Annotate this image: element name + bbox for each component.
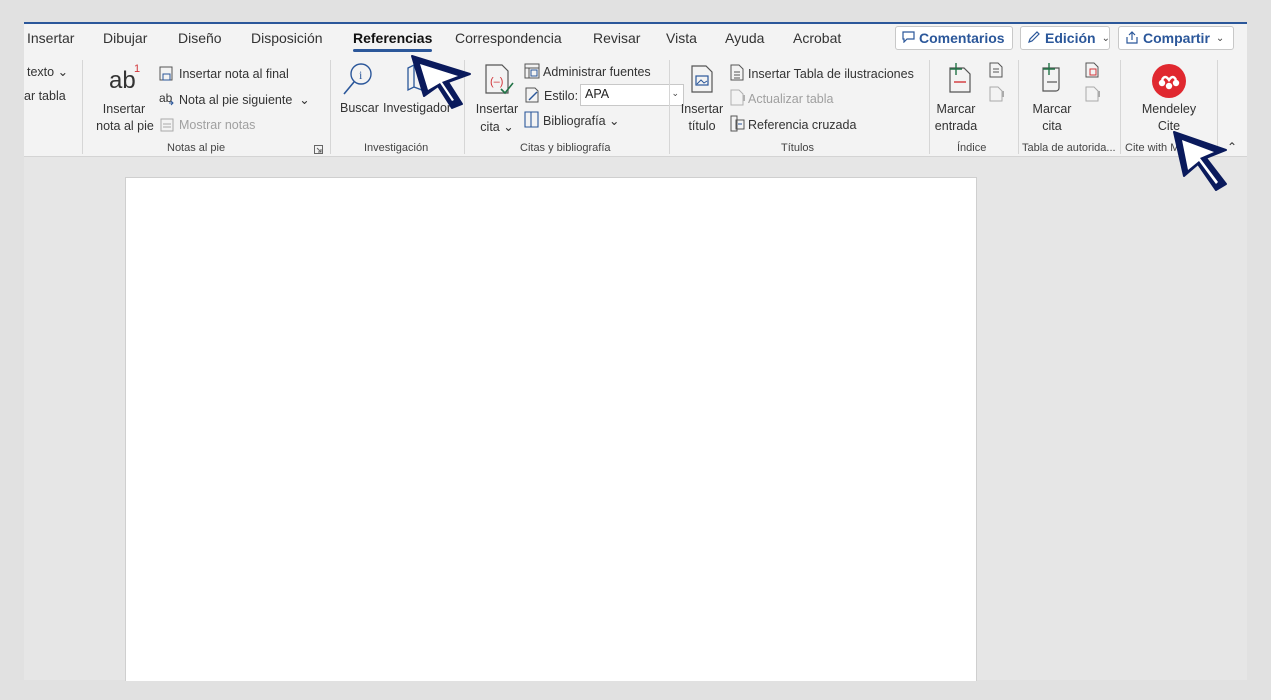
group-label-research: Investigación: [364, 142, 429, 154]
insert-table-of-authorities-icon[interactable]: [1085, 62, 1099, 78]
group-separator: [330, 60, 331, 154]
svg-text:i: i: [359, 68, 363, 82]
group-label-footnotes: Notas al pie: [167, 142, 226, 154]
tab-vista[interactable]: Vista: [666, 30, 697, 46]
mark-citation-icon: [1042, 63, 1060, 92]
mark-entry-label-1: Marcar: [936, 102, 976, 116]
tab-referencias[interactable]: Referencias: [353, 30, 433, 52]
pointer-arrow-icon: [411, 55, 471, 109]
insert-caption-icon: [691, 65, 713, 93]
toc-update-table-button[interactable]: ar tabla: [24, 89, 66, 103]
mendeley-icon: [1152, 64, 1186, 98]
style-label: Estilo:: [544, 89, 579, 103]
ribbon-tabs: Insertar Dibujar Diseño Disposición Refe…: [24, 24, 1247, 54]
tab-ayuda[interactable]: Ayuda: [725, 30, 764, 46]
search-icon: i: [343, 63, 372, 95]
toc-update-text-button[interactable]: texto ⌄: [27, 64, 68, 79]
group-label-index: Índice: [957, 142, 987, 154]
insert-index-icon[interactable]: [989, 62, 1003, 78]
insert-citation-text: cita: [480, 120, 500, 134]
dialog-launcher-icon[interactable]: [314, 145, 323, 154]
update-table-label: Actualizar tabla: [748, 92, 834, 106]
style-select-value: APA: [585, 87, 610, 101]
table-of-figures-label: Insertar Tabla de ilustraciones: [748, 67, 914, 81]
svg-text:(–): (–): [490, 76, 503, 88]
manage-sources-icon: [524, 63, 540, 79]
ribbon: Insertar Dibujar Diseño Disposición Refe…: [24, 24, 1247, 157]
next-footnote-label: Nota al pie siguiente ⌄: [179, 93, 310, 107]
group-label-citations: Citas y bibliografía: [520, 142, 611, 154]
search-label: Buscar: [340, 101, 379, 115]
svg-text:1: 1: [134, 63, 140, 75]
chevron-down-icon: ⌄: [1215, 32, 1225, 44]
show-notes-icon: [160, 118, 174, 132]
style-icon: [525, 87, 539, 103]
footnote-icon: ab 1: [109, 63, 140, 94]
group-separator: [1018, 60, 1019, 154]
insert-footnote-label-2: nota al pie: [96, 119, 154, 133]
next-footnote-icon: ab: [159, 91, 174, 106]
chevron-down-icon: ⌄: [671, 88, 679, 98]
pointer-arrow-icon: [1173, 131, 1227, 191]
insert-citation-label-1: Insertar: [475, 102, 519, 116]
update-table-icon: [730, 89, 745, 106]
insert-caption-label-1: Insertar: [680, 102, 724, 116]
group-separator: [929, 60, 930, 154]
next-footnote-text: Nota al pie siguiente: [179, 93, 293, 107]
cross-reference-label: Referencia cruzada: [748, 118, 857, 132]
mendeley-label-1: Mendeley: [1141, 102, 1197, 116]
document-page[interactable]: [125, 177, 977, 681]
tab-disposicion[interactable]: Disposición: [251, 30, 323, 46]
manage-sources-label: Administrar fuentes: [543, 65, 651, 79]
endnote-icon: [159, 66, 173, 81]
chevron-down-icon: ⌄: [1101, 32, 1110, 44]
mark-citation-label-2: cita: [1042, 119, 1062, 133]
insert-citation-label-2: cita ⌄: [480, 120, 514, 134]
tab-acrobat[interactable]: Acrobat: [793, 30, 841, 46]
pencil-icon: [1027, 30, 1041, 47]
comment-icon: [902, 30, 915, 46]
editing-button[interactable]: Edición ⌄: [1020, 26, 1110, 50]
tab-diseno[interactable]: Diseño: [178, 30, 222, 46]
update-authorities-icon: [1085, 86, 1100, 102]
group-label-authorities: Tabla de autorida...: [1022, 142, 1116, 154]
bibliography-text: Bibliografía: [543, 114, 606, 128]
editing-label: Edición: [1045, 30, 1096, 46]
comments-label: Comentarios: [919, 30, 1005, 46]
table-of-figures-icon: [730, 64, 744, 81]
svg-text:ab: ab: [109, 67, 136, 94]
bibliography-icon: [524, 111, 539, 128]
group-separator: [669, 60, 670, 154]
mark-entry-label-2: entrada: [934, 119, 978, 133]
bibliography-label: Bibliografía ⌄: [543, 114, 620, 128]
mark-citation-label-1: Marcar: [1032, 102, 1072, 116]
comments-button[interactable]: Comentarios: [895, 26, 1013, 50]
mark-entry-icon: [949, 63, 971, 93]
cross-reference-icon: [730, 115, 745, 132]
share-icon: [1125, 30, 1139, 47]
tab-correspondencia[interactable]: Correspondencia: [455, 30, 562, 46]
group-separator: [82, 60, 83, 154]
insert-citation-icon: (–): [485, 64, 514, 95]
endnote-label: Insertar nota al final: [179, 67, 289, 81]
share-label: Compartir: [1143, 30, 1210, 46]
tab-revisar[interactable]: Revisar: [593, 30, 640, 46]
insert-caption-label-2: título: [688, 119, 716, 133]
update-index-icon: [989, 86, 1004, 102]
group-label-captions: Títulos: [781, 142, 815, 154]
show-notes-label: Mostrar notas: [179, 118, 256, 132]
group-separator: [1120, 60, 1121, 154]
share-button[interactable]: Compartir ⌄: [1118, 26, 1234, 50]
tab-dibujar[interactable]: Dibujar: [103, 30, 147, 46]
toc-text-label: texto: [27, 65, 55, 79]
tab-insertar[interactable]: Insertar: [27, 30, 74, 46]
insert-footnote-label-1: Insertar: [102, 102, 146, 116]
